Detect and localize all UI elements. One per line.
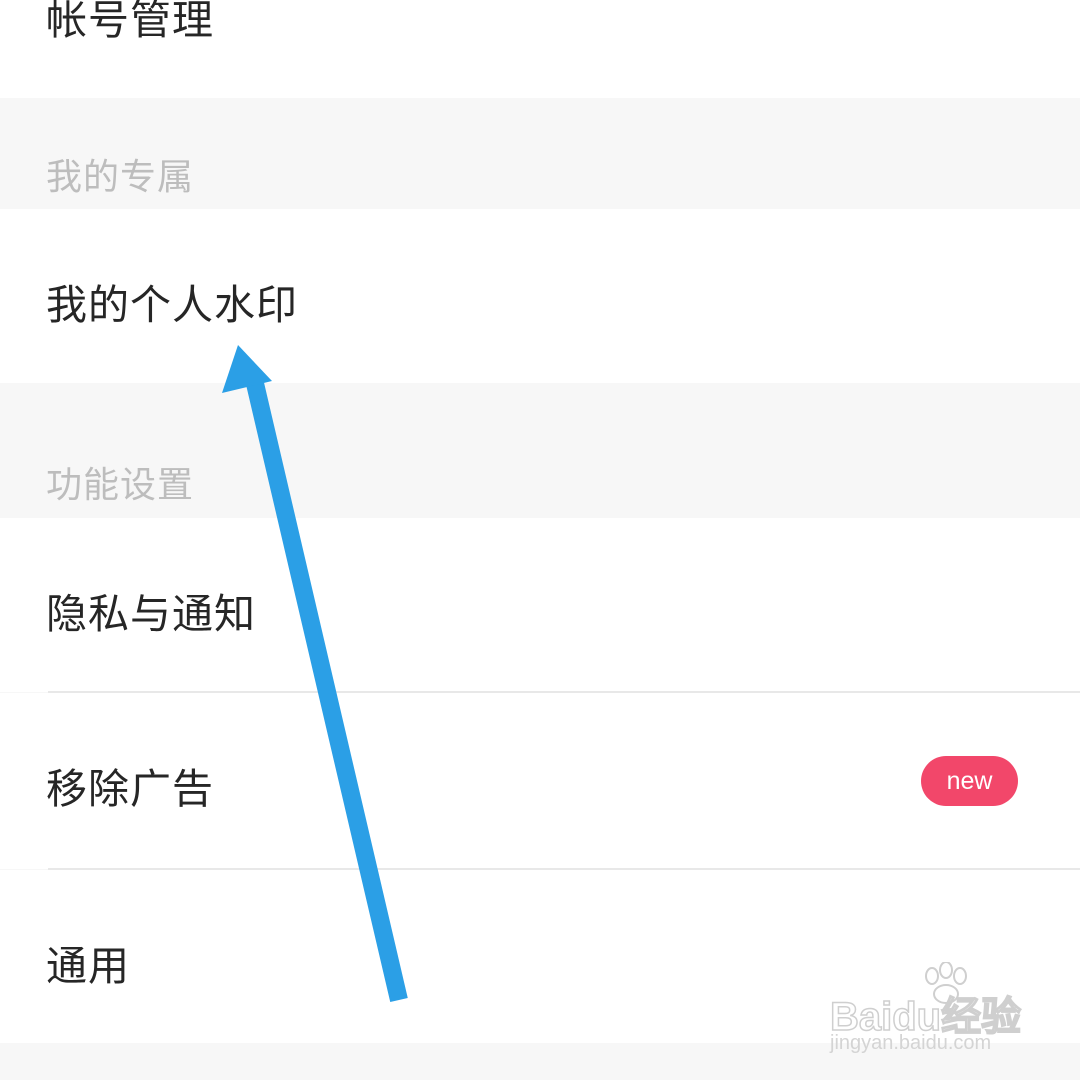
section-header-exclusive-label: 我的专属 [46, 157, 195, 198]
section-header-features-label: 功能设置 [46, 465, 195, 506]
settings-item-privacy-label: 隐私与通知 [46, 590, 256, 638]
settings-item-general-label: 通用 [46, 942, 130, 990]
settings-item-remove-ads[interactable]: 移除广告 new [0, 693, 1080, 869]
settings-item-watermark[interactable]: 我的个人水印 [0, 209, 1080, 383]
settings-item-account[interactable]: 帐号管理 [0, 0, 1080, 98]
section-header-features: 功能设置 [0, 383, 1080, 518]
settings-item-watermark-label: 我的个人水印 [46, 281, 298, 329]
settings-screen: 帐号管理 我的专属 我的个人水印 功能设置 隐私与通知 移除广告 new 通用 [0, 0, 1080, 1080]
section-header-exclusive: 我的专属 [0, 98, 1080, 209]
bottom-spacer [0, 1043, 1080, 1080]
settings-item-remove-ads-label: 移除广告 [46, 765, 214, 813]
settings-item-general[interactable]: 通用 [0, 870, 1080, 1043]
new-badge: new [921, 756, 1018, 806]
settings-item-privacy[interactable]: 隐私与通知 [0, 518, 1080, 692]
settings-item-account-label: 帐号管理 [46, 0, 214, 44]
